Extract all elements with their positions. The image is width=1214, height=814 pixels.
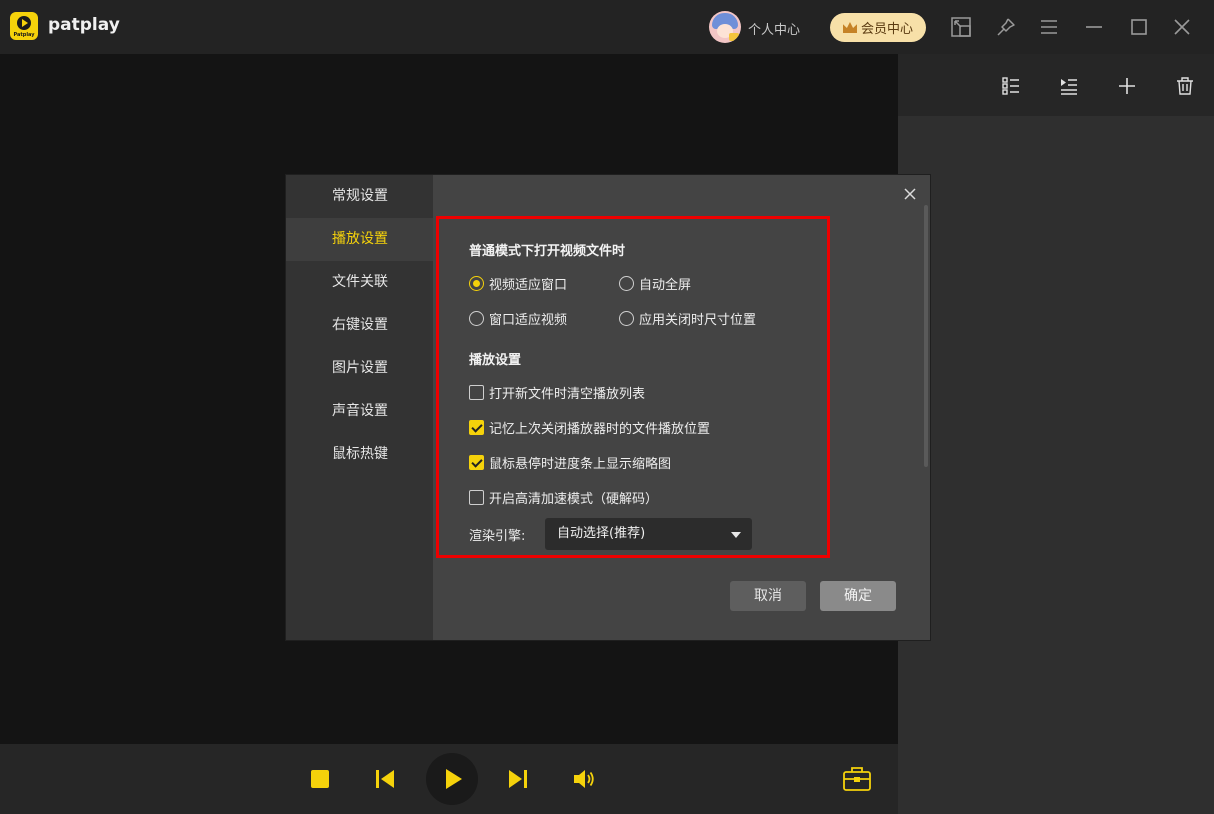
pin-icon[interactable] [993,14,1019,40]
checkbox-label: 记忆上次关闭播放器时的文件播放位置 [489,422,711,437]
logo-play-icon [17,16,31,30]
playback-section-title: 播放设置 [469,353,522,368]
checkbox-icon [469,385,484,400]
radio-window-fit-video[interactable]: 窗口适应视频 [469,309,567,328]
open-mode-title: 普通模式下打开视频文件时 [469,244,626,259]
add-icon[interactable] [1115,74,1139,98]
radio-icon [619,276,634,291]
radio-label: 视频适应窗口 [489,278,568,293]
nav-context-menu[interactable]: 右键设置 [286,304,433,347]
checkbox-icon [469,490,484,505]
checkbox-checked-icon [469,455,484,470]
nav-general[interactable]: 常规设置 [286,175,433,218]
toolbox-icon[interactable] [842,765,872,793]
maximize-icon[interactable] [1126,14,1152,40]
radio-auto-fullscreen[interactable]: 自动全屏 [619,274,691,293]
nav-audio[interactable]: 声音设置 [286,390,433,433]
previous-icon[interactable] [374,768,396,790]
nav-file-association[interactable]: 文件关联 [286,261,433,304]
next-icon[interactable] [507,768,529,790]
checkbox-checked-icon [469,420,484,435]
checkbox-label: 鼠标悬停时进度条上显示缩略图 [489,457,672,472]
render-engine-select[interactable]: 自动选择(推荐) [545,518,752,550]
play-icon[interactable] [442,768,464,790]
stop-icon[interactable] [309,768,331,790]
minimize-icon[interactable] [1081,14,1107,40]
radio-last-size-position[interactable]: 应用关闭时尺寸位置 [619,309,756,328]
nav-playback[interactable]: 播放设置 [286,218,433,261]
caret-down-icon [731,532,741,538]
checkbox-remember-position[interactable]: 记忆上次关闭播放器时的文件播放位置 [469,418,710,437]
radio-icon [469,311,484,326]
playlist-toolbar [898,54,1214,116]
avatar[interactable] [709,11,741,43]
vip-center-button[interactable]: 会员中心 [830,13,926,42]
vip-center-label: 会员中心 [860,22,913,37]
ok-button[interactable]: 确定 [820,581,896,611]
app-logo: Patplay [10,12,38,40]
radio-selected-icon [469,276,484,291]
cancel-button[interactable]: 取消 [730,581,806,611]
crown-icon [842,22,857,33]
radio-icon [619,311,634,326]
logo-text: Patplay [13,32,35,38]
close-icon[interactable] [1169,14,1195,40]
menu-icon[interactable] [1036,14,1062,40]
render-engine-label: 渲染引擎: [469,529,526,544]
radio-label: 应用关闭时尺寸位置 [639,313,757,328]
checkbox-hw-decode[interactable]: 开启高清加速模式（硬解码） [469,488,658,507]
radio-label: 窗口适应视频 [489,313,568,328]
radio-fit-window[interactable]: 视频适应窗口 [469,274,567,293]
volume-icon[interactable] [572,767,596,791]
title-bar [0,0,1214,54]
radio-label: 自动全屏 [639,278,692,293]
play-list-icon[interactable] [1057,74,1081,98]
checkbox-clear-playlist[interactable]: 打开新文件时清空播放列表 [469,383,645,402]
delete-icon[interactable] [1173,74,1197,98]
checkbox-label: 开启高清加速模式（硬解码） [489,492,659,507]
render-engine-value: 自动选择(推荐) [557,526,646,541]
nav-hotkeys[interactable]: 鼠标热键 [286,433,433,476]
checkbox-label: 打开新文件时清空播放列表 [489,387,646,402]
list-view-icon[interactable] [999,74,1023,98]
app-title: patplay [48,15,120,35]
playlist-panel[interactable] [898,54,1214,814]
dialog-scrollbar[interactable] [924,205,928,467]
nav-image[interactable]: 图片设置 [286,347,433,390]
profile-center-link[interactable]: 个人中心 [748,19,800,38]
checkbox-hover-thumbnail[interactable]: 鼠标悬停时进度条上显示缩略图 [469,453,671,472]
dialog-close-icon[interactable] [900,184,920,204]
mini-mode-icon[interactable] [948,14,974,40]
settings-sidebar: 常规设置 播放设置 文件关联 右键设置 图片设置 声音设置 鼠标热键 [286,175,433,640]
